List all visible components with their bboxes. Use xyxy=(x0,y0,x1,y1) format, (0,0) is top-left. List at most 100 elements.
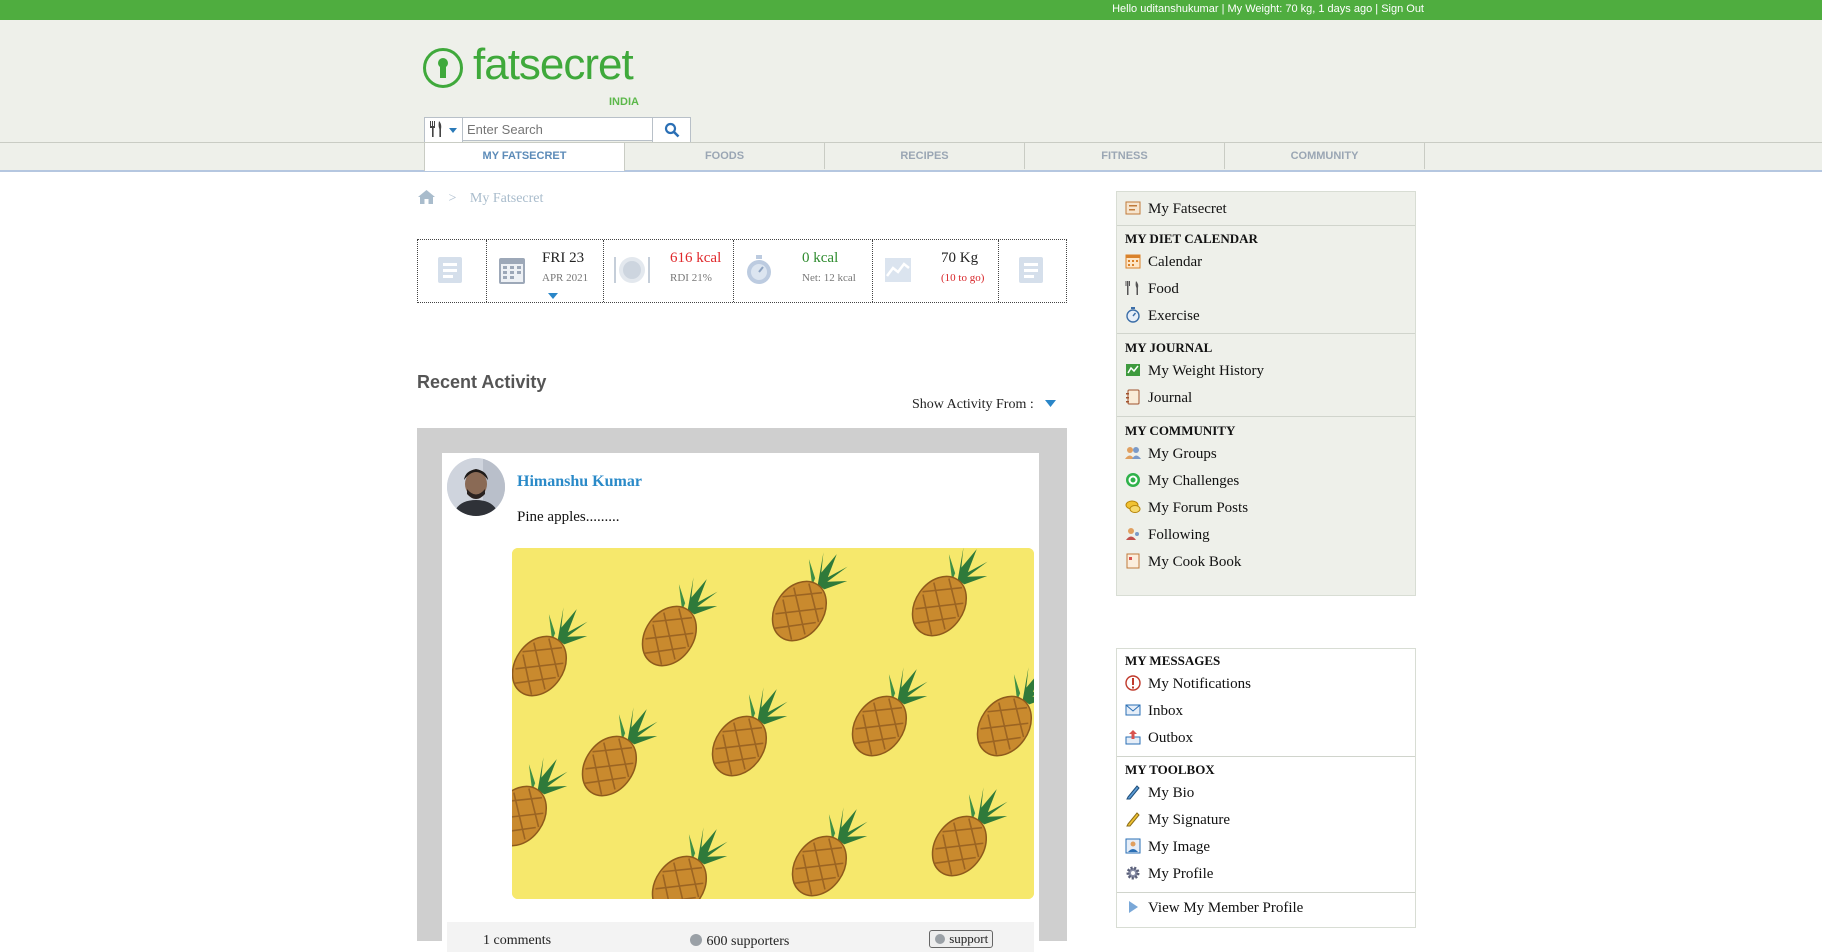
supporters-icon xyxy=(690,934,702,946)
pineapple-photo xyxy=(512,548,1034,899)
sidebar-item-my-image[interactable]: My Image xyxy=(1125,838,1210,860)
supporters-count[interactable]: 600 supporters xyxy=(689,933,789,950)
section-heading-toolbox: MY TOOLBOX xyxy=(1125,762,1215,777)
stopwatch-icon xyxy=(747,255,771,284)
sidebar-item-journal[interactable]: Journal xyxy=(1125,389,1192,411)
date-day: FRI 23 xyxy=(542,250,585,266)
sidebar-item-my-signature[interactable]: My Signature xyxy=(1125,811,1230,833)
weight-summary[interactable]: 70 Kg (10 to go) xyxy=(873,240,999,302)
divider xyxy=(1117,892,1415,893)
date-selector[interactable]: FRI 23 APR 2021 xyxy=(487,240,604,302)
journal-prev-icon xyxy=(438,257,462,283)
outbox-icon xyxy=(1125,730,1141,745)
sidebar-item-my-challenges[interactable]: My Challenges xyxy=(1125,472,1239,494)
weight-value: 70 Kg xyxy=(941,250,979,266)
fork-knife-icon xyxy=(1125,281,1139,295)
top-bar: Hello uditanshukumar | My Weight: 70 kg,… xyxy=(0,0,1822,20)
food-rdi: RDI 21% xyxy=(670,272,712,284)
logo-country: INDIA xyxy=(609,96,639,108)
view-member-profile-link[interactable]: View My Member Profile xyxy=(1125,899,1303,921)
separator: | xyxy=(1375,3,1379,15)
section-heading-community: MY COMMUNITY xyxy=(1125,423,1236,438)
journal-next-icon xyxy=(1019,257,1043,283)
fatsecret-logo[interactable]: fatsecret INDIA xyxy=(423,40,643,112)
pencil-icon xyxy=(1126,812,1140,827)
tab-community[interactable]: COMMUNITY xyxy=(1225,143,1425,169)
separator: | xyxy=(1221,3,1225,15)
home-icon[interactable] xyxy=(418,190,435,204)
tab-fitness[interactable]: FITNESS xyxy=(1025,143,1225,169)
chevron-down-icon xyxy=(1045,400,1057,407)
food-summary[interactable]: 616 kcal RDI 21% xyxy=(604,240,734,302)
user-status: Hello uditanshukumar | My Weight: 70 kg,… xyxy=(1112,3,1424,15)
comments-link[interactable]: 1 comments xyxy=(483,933,551,949)
sidebar-item-label: My Image xyxy=(1148,839,1211,855)
weight-status: My Weight: 70 kg, 1 days ago xyxy=(1227,3,1373,15)
exercise-summary[interactable]: 0 kcal Net: 12 kcal xyxy=(734,240,873,302)
sidebar-item-label: Outbox xyxy=(1148,730,1193,746)
sidebar-item-my-fatsecret[interactable]: My Fatsecret xyxy=(1125,200,1227,222)
recent-activity-title: Recent Activity xyxy=(417,372,547,392)
stopwatch-icon xyxy=(1126,307,1140,323)
next-day-button[interactable] xyxy=(999,240,1066,302)
section-heading-journal: MY JOURNAL xyxy=(1125,340,1213,355)
weight-goal: (10 to go) xyxy=(941,272,985,284)
tab-foods[interactable]: FOODS xyxy=(625,143,825,169)
search-icon xyxy=(664,122,680,138)
sidebar-item-forum-posts[interactable]: My Forum Posts xyxy=(1125,499,1248,521)
search-type-dropdown[interactable] xyxy=(424,117,463,143)
sidebar-item-following[interactable]: Following xyxy=(1125,526,1210,548)
tab-my-fatsecret[interactable]: MY FATSECRET xyxy=(424,143,625,171)
post-username[interactable]: Himanshu Kumar xyxy=(517,473,642,491)
sidebar-item-my-profile[interactable]: My Profile xyxy=(1125,865,1213,887)
sidebar-item-my-bio[interactable]: My Bio xyxy=(1125,784,1194,806)
divider xyxy=(1117,225,1415,226)
main-nav: MY FATSECRET FOODS RECIPES FITNESS COMMU… xyxy=(0,142,1822,172)
calendar-icon xyxy=(499,258,525,284)
prev-day-button[interactable] xyxy=(418,240,487,302)
sidebar-item-calendar[interactable]: Calendar xyxy=(1125,253,1202,275)
sidebar-item-my-groups[interactable]: My Groups xyxy=(1125,445,1217,467)
speech-bubble-icon xyxy=(1125,500,1141,513)
weight-chart-icon xyxy=(1126,364,1140,376)
sidebar-item-exercise[interactable]: Exercise xyxy=(1125,307,1200,329)
show-activity-from-dropdown[interactable]: Show Activity From : xyxy=(912,397,1057,413)
breadcrumb-current[interactable]: My Fatsecret xyxy=(470,191,543,206)
sign-out-link[interactable]: Sign Out xyxy=(1381,3,1424,15)
notebook-icon xyxy=(1126,389,1140,405)
summary-dashboard: FRI 23 APR 2021 616 kcal RDI 21% 0 kcal … xyxy=(417,239,1067,303)
chevron-down-icon xyxy=(449,128,457,133)
sidebar-item-weight-history[interactable]: My Weight History xyxy=(1125,362,1264,384)
plate-icon xyxy=(614,257,650,283)
sidebar-item-notifications[interactable]: My Notifications xyxy=(1125,675,1251,697)
breadcrumb: > My Fatsecret xyxy=(418,190,543,207)
section-heading-diet-calendar: MY DIET CALENDAR xyxy=(1125,231,1258,246)
divider xyxy=(1117,416,1415,417)
search-input[interactable] xyxy=(462,117,660,141)
breadcrumb-separator: > xyxy=(448,191,457,206)
activity-feed: Himanshu Kumar Pine apples......... 1 co… xyxy=(417,428,1067,952)
play-arrow-icon xyxy=(1129,901,1138,913)
sidebar-item-cook-book[interactable]: My Cook Book xyxy=(1125,553,1241,575)
pen-icon xyxy=(1126,785,1140,800)
sidebar-item-food[interactable]: Food xyxy=(1125,280,1179,302)
support-label: support xyxy=(949,931,989,946)
sidebar-item-label: My Signature xyxy=(1148,812,1231,828)
dashboard-icon xyxy=(1125,201,1141,215)
sidebar-item-outbox[interactable]: Outbox xyxy=(1125,729,1193,751)
sidebar-item-label: Exercise xyxy=(1148,308,1200,324)
sidebar-item-inbox[interactable]: Inbox xyxy=(1125,702,1183,724)
header: fatsecret INDIA xyxy=(0,20,1822,143)
support-button[interactable]: support xyxy=(929,930,994,948)
calendar-icon xyxy=(1125,254,1141,269)
sidebar-item-label: My Fatsecret xyxy=(1148,201,1227,217)
avatar[interactable] xyxy=(447,458,505,516)
cookbook-icon xyxy=(1126,553,1140,569)
alert-icon xyxy=(1125,675,1141,691)
tab-recipes[interactable]: RECIPES xyxy=(825,143,1025,169)
post-image[interactable] xyxy=(512,548,1034,899)
sidebar-item-label: Inbox xyxy=(1148,703,1183,719)
keyhole-icon xyxy=(423,48,463,88)
greeting: Hello uditanshukumar xyxy=(1112,3,1219,15)
search-button[interactable] xyxy=(652,117,691,143)
